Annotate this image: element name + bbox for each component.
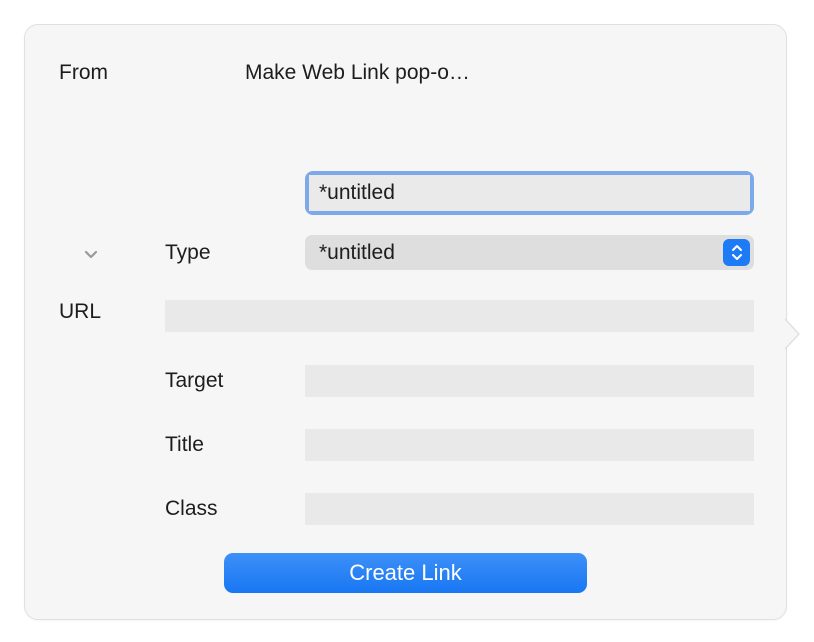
type-select-value: *untitled [319,241,395,265]
name-input-focus-ring [305,171,754,215]
target-label: Target [165,369,223,392]
type-select[interactable]: *untitled [305,235,754,270]
chevron-down-icon[interactable] [81,244,101,264]
class-label: Class [165,497,218,520]
create-link-button[interactable]: Create Link [224,553,587,593]
select-arrows-icon [723,239,750,266]
url-input[interactable] [165,300,754,332]
target-input[interactable] [305,365,754,397]
class-input[interactable] [305,493,754,525]
create-link-popover: From Make Web Link pop-o… Type [24,24,787,620]
url-label: URL [59,300,101,323]
from-value: Make Web Link pop-o… [245,61,470,84]
type-label: Type [165,241,211,264]
title-label: Title [165,433,204,456]
name-input[interactable] [309,175,750,211]
from-label: From [59,61,108,84]
title-input[interactable] [305,429,754,461]
